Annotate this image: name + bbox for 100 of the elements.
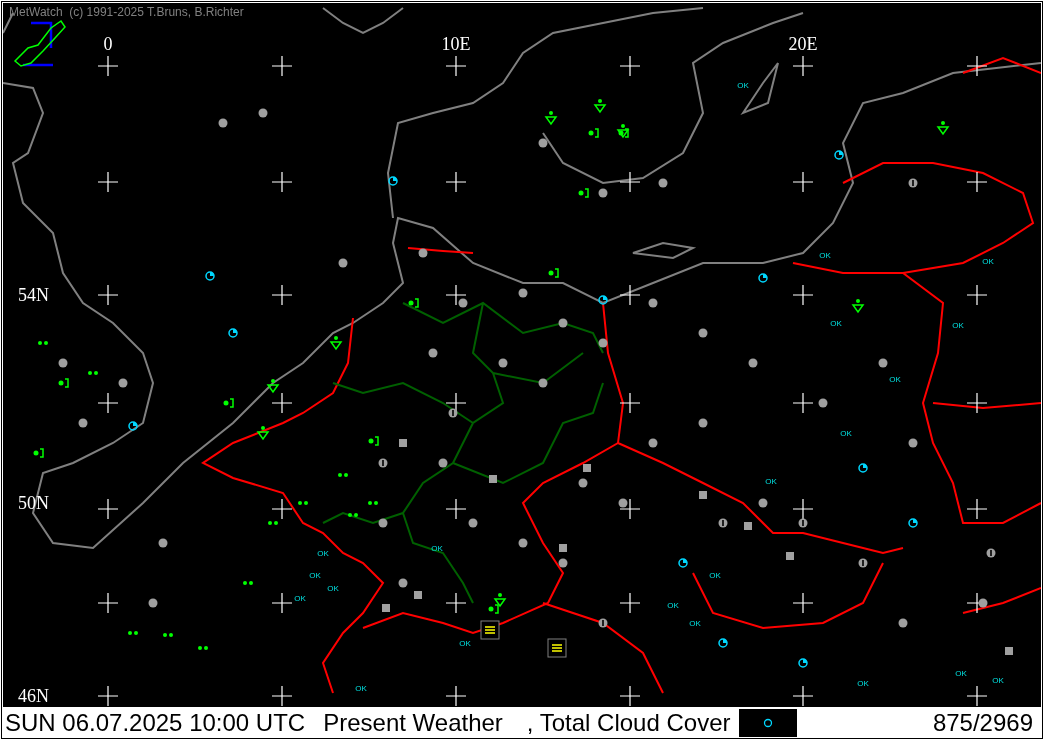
station-dot-icon bbox=[658, 178, 668, 188]
station-label: OK bbox=[327, 584, 339, 593]
station-half-icon bbox=[986, 548, 996, 558]
station-dot-icon bbox=[538, 138, 548, 148]
grid-cross-icon bbox=[792, 55, 814, 77]
grid-cross-icon bbox=[966, 284, 988, 306]
station-dot-icon bbox=[148, 598, 158, 608]
station-label: OK bbox=[317, 549, 329, 558]
station-circle-icon bbox=[678, 558, 688, 568]
station-label: OK bbox=[294, 594, 306, 603]
station-circle-icon bbox=[718, 638, 728, 648]
station-dot-icon bbox=[878, 358, 888, 368]
station-dot-icon bbox=[498, 358, 508, 368]
drizzle-icon bbox=[268, 521, 278, 525]
longitude-label: 20E bbox=[788, 34, 818, 54]
station-label: OK bbox=[955, 669, 967, 678]
longitude-label: 10E bbox=[441, 34, 471, 54]
grid-cross-icon bbox=[966, 392, 988, 414]
app-logo-drawing bbox=[13, 19, 66, 67]
datetime-label: SUN 06.07.2025 10:00 UTC bbox=[4, 709, 307, 737]
station-circle-icon bbox=[205, 271, 215, 281]
station-dot-icon bbox=[648, 438, 658, 448]
grid-cross-icon bbox=[97, 284, 119, 306]
station-dot-icon bbox=[58, 358, 68, 368]
station-label: OK bbox=[830, 319, 842, 328]
station-square-icon bbox=[414, 591, 422, 599]
station-label: OK bbox=[765, 477, 777, 486]
station-dot-icon bbox=[398, 578, 408, 588]
station-dot-icon bbox=[618, 498, 628, 508]
station-dot-icon bbox=[598, 188, 608, 198]
station-circle-icon bbox=[128, 421, 138, 431]
grid-cross-icon bbox=[445, 498, 467, 520]
grid-cross-icon bbox=[271, 171, 293, 193]
grid-cross-icon bbox=[97, 55, 119, 77]
fog-icon bbox=[480, 620, 500, 640]
station-dot-icon bbox=[338, 258, 348, 268]
grid-cross-icon bbox=[792, 284, 814, 306]
station-square-icon bbox=[786, 552, 794, 560]
station-label: OK bbox=[840, 429, 852, 438]
grid-cross-icon bbox=[792, 392, 814, 414]
station-half-icon bbox=[448, 408, 458, 418]
station-label: OK bbox=[819, 251, 831, 260]
station-dot-icon bbox=[818, 398, 828, 408]
station-square-icon bbox=[399, 439, 407, 447]
latitude-label: 54N bbox=[18, 285, 49, 305]
grid-cross-icon bbox=[619, 55, 641, 77]
station-half-icon bbox=[598, 618, 608, 628]
grid-cross-icon bbox=[619, 284, 641, 306]
station-dot-icon bbox=[218, 118, 228, 128]
station-dot-icon bbox=[468, 518, 478, 528]
station-half-icon bbox=[378, 458, 388, 468]
station-square-icon bbox=[699, 491, 707, 499]
station-dot-icon bbox=[698, 328, 708, 338]
station-dot-icon bbox=[908, 438, 918, 448]
station-label: OK bbox=[952, 321, 964, 330]
station-dot-icon bbox=[748, 358, 758, 368]
station-half-icon bbox=[858, 558, 868, 568]
station-dot-icon bbox=[378, 518, 388, 528]
station-label: OK bbox=[737, 81, 749, 90]
grid-cross-icon bbox=[619, 498, 641, 520]
station-dot-icon bbox=[438, 458, 448, 468]
station-dot-icon bbox=[698, 418, 708, 428]
latitude-label: 46N bbox=[18, 686, 49, 706]
station-dot-icon bbox=[258, 108, 268, 118]
grid-cross-icon bbox=[271, 284, 293, 306]
station-dot-icon bbox=[518, 538, 528, 548]
station-label: OK bbox=[992, 676, 1004, 685]
station-circle-icon bbox=[598, 295, 608, 305]
grid-cross-icon bbox=[271, 592, 293, 614]
grid-cross-icon bbox=[97, 498, 119, 520]
grid-cross-icon bbox=[97, 592, 119, 614]
station-dot-icon bbox=[558, 558, 568, 568]
grid-cross-icon bbox=[271, 498, 293, 520]
station-square-icon bbox=[744, 522, 752, 530]
fog-icon bbox=[547, 638, 567, 658]
station-square-icon bbox=[559, 544, 567, 552]
station-dot-icon bbox=[418, 248, 428, 258]
grid-cross-icon bbox=[792, 171, 814, 193]
grid-cross-icon bbox=[792, 498, 814, 520]
station-dot-icon bbox=[898, 618, 908, 628]
station-square-icon bbox=[489, 475, 497, 483]
station-dot-icon bbox=[428, 348, 438, 358]
station-label: OK bbox=[431, 544, 443, 553]
station-dot-icon bbox=[578, 478, 588, 488]
station-dot-icon bbox=[78, 418, 88, 428]
station-dot-icon bbox=[558, 318, 568, 328]
drizzle-icon bbox=[298, 501, 308, 505]
parameter-label: , Total Cloud Cover bbox=[525, 709, 732, 737]
grid-cross-icon bbox=[445, 284, 467, 306]
grid-cross-icon bbox=[966, 55, 988, 77]
station-label: OK bbox=[889, 375, 901, 384]
station-half-icon bbox=[798, 518, 808, 528]
drizzle-icon bbox=[368, 501, 378, 505]
app-title: MetWatch (c) 1991-2025 T.Bruns, B.Richter bbox=[9, 5, 244, 19]
drizzle-icon bbox=[38, 341, 48, 345]
grid-cross-icon bbox=[966, 171, 988, 193]
station-circle-icon bbox=[858, 463, 868, 473]
station-dot-icon bbox=[458, 298, 468, 308]
station-half-icon bbox=[908, 178, 918, 188]
grid-cross-icon bbox=[619, 392, 641, 414]
